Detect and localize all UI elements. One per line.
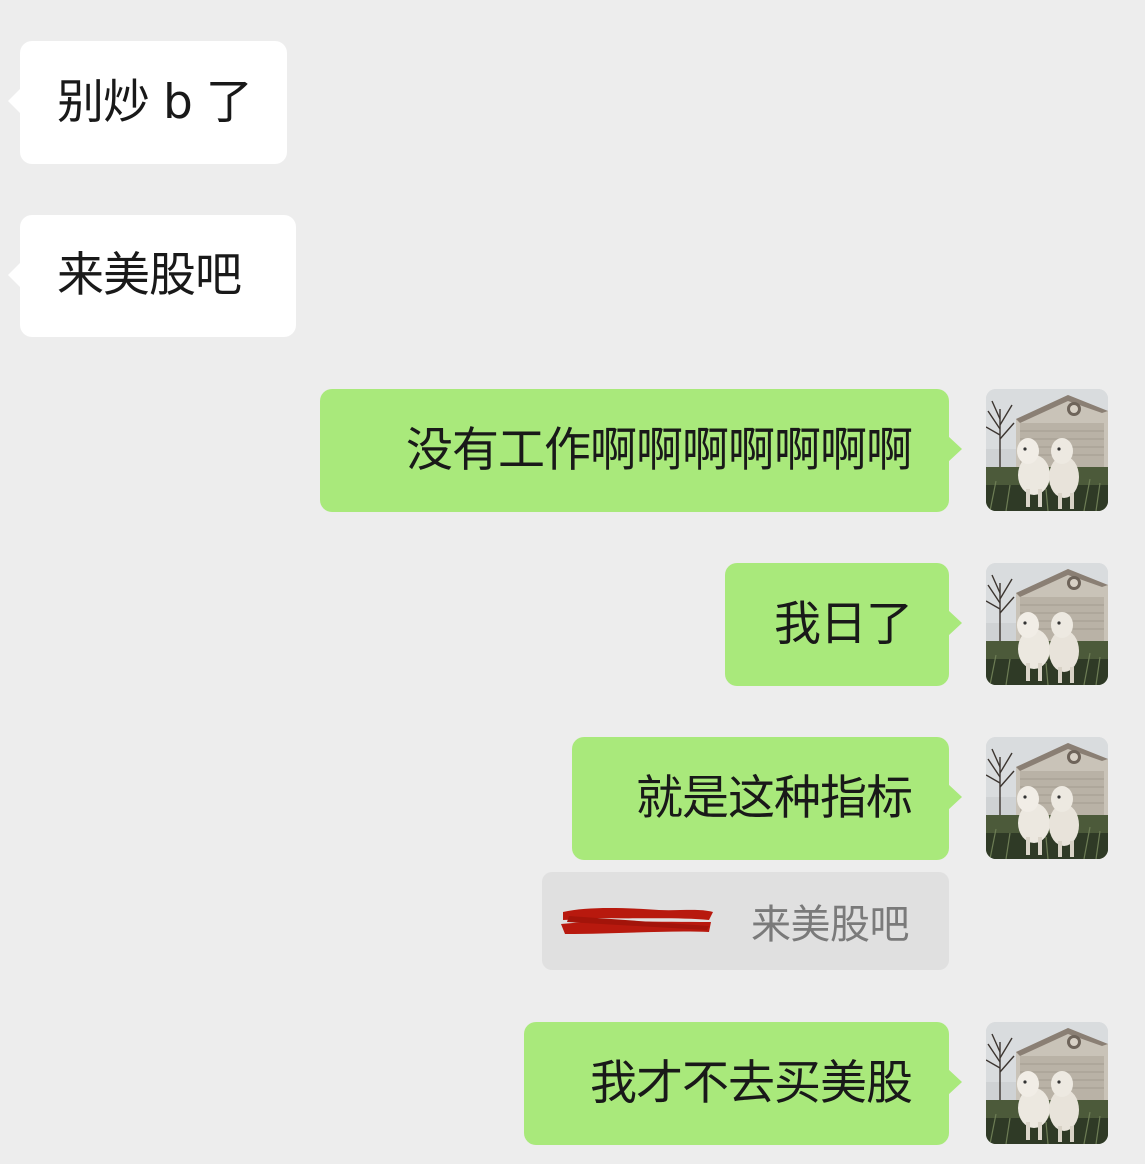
- message-text: 没有工作啊啊啊啊啊啊啊: [406, 422, 913, 478]
- quoted-text: 来美股吧: [751, 902, 910, 948]
- message-bubble-incoming[interactable]: 别炒 b 了: [8, 41, 287, 164]
- message-bubble-outgoing[interactable]: 没有工作啊啊啊啊啊啊啊: [320, 389, 962, 512]
- message-text: 我才不去买美股: [590, 1055, 913, 1111]
- quoted-message[interactable]: 来美股吧: [542, 872, 949, 970]
- lamb-avatar-icon: [986, 389, 1108, 511]
- message-bubble-outgoing[interactable]: 我才不去买美股: [524, 1022, 962, 1145]
- bubble-tail: [8, 262, 21, 288]
- lamb-avatar-icon: [986, 1022, 1108, 1144]
- bubble-tail: [948, 1069, 962, 1095]
- lamb-avatar-icon: [986, 737, 1108, 859]
- message-bubble-incoming[interactable]: 来美股吧: [8, 215, 296, 337]
- message-text: 就是这种指标: [636, 770, 913, 826]
- redacted-sender-name: [559, 902, 717, 940]
- lamb-avatar-icon: [986, 563, 1108, 685]
- message-text: 别炒 b 了: [57, 74, 253, 130]
- message-text: 来美股吧: [57, 248, 242, 303]
- bubble-tail: [8, 88, 21, 114]
- message-text: 我日了: [774, 596, 913, 652]
- avatar[interactable]: [986, 389, 1108, 511]
- message-bubble-outgoing[interactable]: 就是这种指标: [572, 737, 962, 860]
- avatar[interactable]: [986, 563, 1108, 685]
- bubble-tail: [948, 436, 962, 462]
- avatar[interactable]: [986, 1022, 1108, 1144]
- bubble-tail: [948, 784, 962, 810]
- avatar[interactable]: [986, 737, 1108, 859]
- message-bubble-outgoing[interactable]: 我日了: [725, 563, 962, 686]
- bubble-tail: [948, 610, 962, 636]
